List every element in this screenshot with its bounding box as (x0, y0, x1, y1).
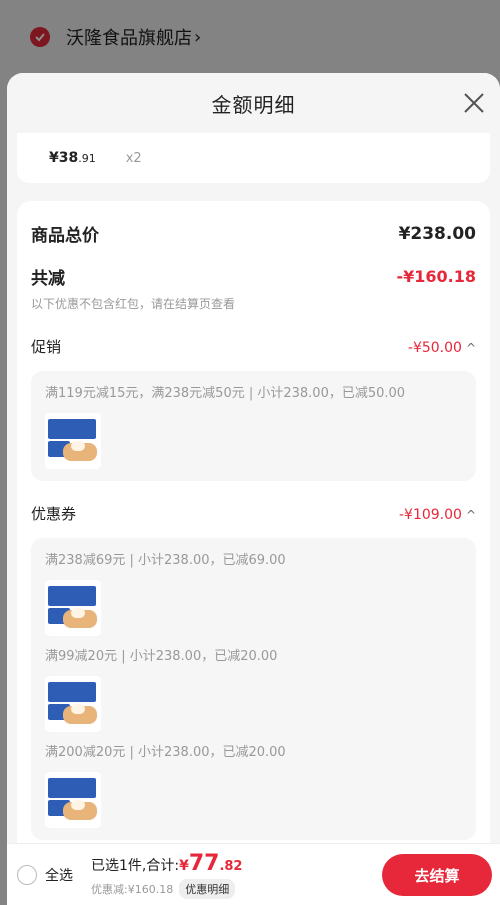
coupon-box: 满238减69元 | 小计238.00，已减69.00 满99减20元 | 小计… (31, 538, 476, 840)
summary-top: 已选1件,合计: ¥ 77 .82 (91, 851, 242, 876)
item-strip: ¥38.91 x2 (17, 133, 490, 183)
promotion-label: 促销 (31, 338, 62, 356)
select-all-radio[interactable] (17, 864, 37, 885)
close-icon[interactable] (462, 91, 486, 115)
coupon-value: -¥109.00 (398, 507, 462, 523)
sheet-header: 金额明细 (7, 73, 500, 133)
item-quantity: x2 (125, 150, 142, 166)
reduce-value: -¥160.18 (396, 267, 476, 286)
item-price: ¥38.91 (49, 150, 96, 166)
total-symbol: ¥ (179, 857, 189, 874)
coupon-label: 优惠券 (31, 505, 77, 523)
checkout-button[interactable]: 去结算 (382, 854, 492, 896)
promotion-box: 满119元减15元，满238元减50元 | 小计238.00，已减50.00 (31, 371, 476, 481)
amount-detail-sheet: 金额明细 ¥38.91 x2 商品总价 ¥238.00 共减 -¥160.18 … (7, 73, 500, 905)
total-value: ¥238.00 (398, 223, 476, 244)
chevron-up-icon[interactable]: ^ (466, 341, 476, 355)
total-decimal: .82 (219, 858, 243, 874)
promotion-item-text: 满119元减15元，满238元减50元 | 小计238.00，已减50.00 (45, 386, 406, 401)
total-integer: 77 (188, 850, 220, 876)
reduce-row: 共减 -¥160.18 (31, 264, 476, 289)
chevron-up-icon[interactable]: ^ (466, 508, 476, 522)
total-row: 商品总价 ¥238.00 (31, 221, 476, 247)
select-all-label[interactable]: 全选 (45, 865, 73, 885)
product-thumbnail[interactable] (45, 580, 101, 636)
detail-card: 商品总价 ¥238.00 共减 -¥160.18 以下优惠不包含红包，请在结算页… (17, 201, 490, 905)
promotion-value: -¥50.00 (407, 340, 462, 356)
product-thumbnail[interactable] (45, 413, 101, 469)
detail-button[interactable]: 优惠明细 (179, 878, 236, 899)
bottom-bar: 全选 已选1件,合计: ¥ 77 .82 优惠减:¥160.18 优惠明细 去结… (7, 843, 500, 905)
coupon-item-text: 满99减20元 | 小计238.00，已减20.00 (45, 649, 278, 664)
coupon-item-text: 满200减20元 | 小计238.00，已减20.00 (45, 745, 286, 760)
product-thumbnail[interactable] (45, 772, 101, 828)
discount-note: 以下优惠不包含红包，请在结算页查看 (31, 297, 236, 311)
coupon-item-text: 满238减69元 | 小计238.00，已减69.00 (45, 553, 286, 568)
coupon-header[interactable]: 优惠券 -¥109.00 ^ (31, 503, 476, 524)
reduce-label: 共减 (31, 269, 65, 289)
summary-bottom: 优惠减:¥160.18 优惠明细 (91, 878, 242, 899)
product-thumbnail[interactable] (45, 676, 101, 732)
discount-text: 优惠减:¥160.18 (91, 882, 174, 896)
sheet-title: 金额明细 (211, 92, 296, 117)
total-label: 商品总价 (31, 226, 99, 246)
selected-text: 已选1件,合计: (91, 857, 180, 874)
promotion-header[interactable]: 促销 -¥50.00 ^ (31, 336, 476, 357)
order-summary: 已选1件,合计: ¥ 77 .82 优惠减:¥160.18 优惠明细 (91, 851, 242, 899)
